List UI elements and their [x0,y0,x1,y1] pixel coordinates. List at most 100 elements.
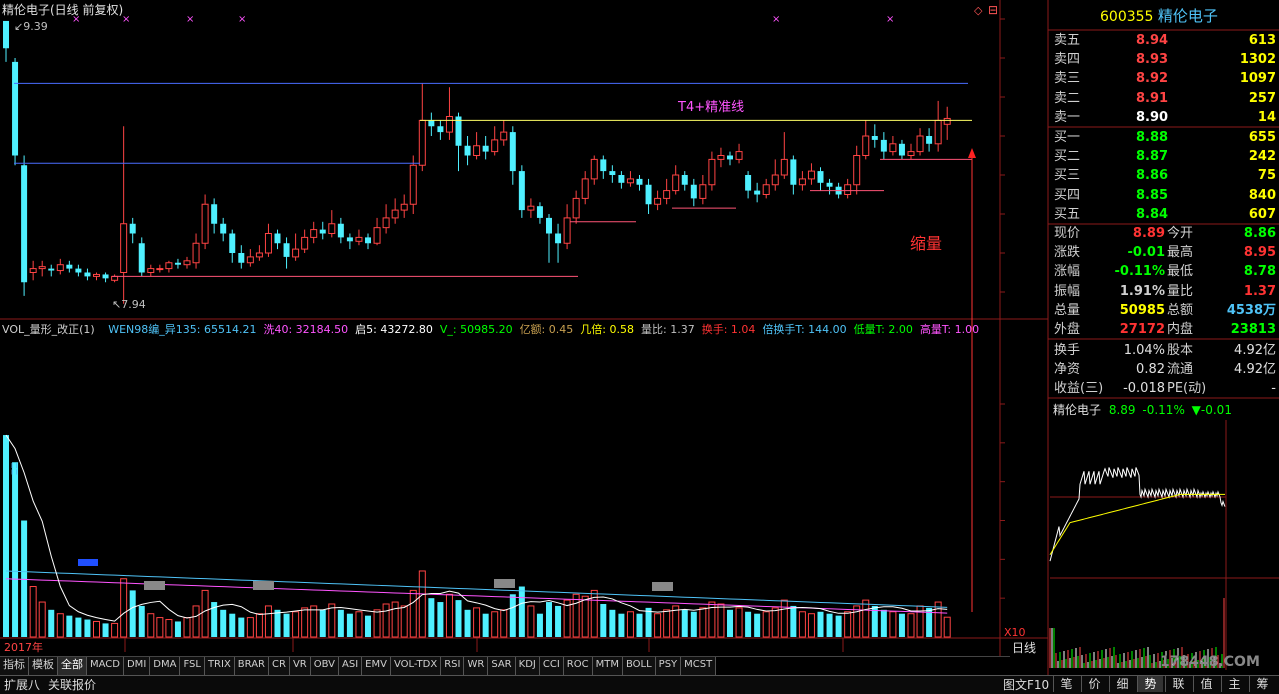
diamond-icon[interactable]: ◇ [974,4,982,18]
candle-body [229,233,236,253]
volume-bar [555,605,562,637]
indicator-tab[interactable]: SAR [488,657,516,675]
candle-body [581,178,589,199]
ask-label: 卖一 [1054,109,1081,125]
intraday-mini-chart [1049,420,1279,670]
volume-bar [745,611,752,637]
stat-value: 1.04% [1123,343,1165,358]
candle-body [38,266,46,270]
volume-bar [382,603,390,638]
volume-bar [428,598,435,637]
annotation-shrink-volume: 缩量 [910,234,943,253]
period-label[interactable]: 日线 [1012,641,1036,655]
candle-body [943,117,951,125]
ask-row: 卖一 8.90 14 [1052,108,1278,127]
volume-bar [445,593,453,638]
right-tab[interactable]: 筹 [1249,676,1275,692]
indicator-item-label: 亿额: [519,323,546,336]
indicator-item-value: 1.00 [951,323,980,336]
candle-body [898,143,905,156]
indicator-tab[interactable]: EMV [362,657,391,675]
right-tab[interactable]: 势 [1137,676,1163,692]
indicator-tab[interactable]: CCI [539,657,564,675]
stat-value: 8.78 [1243,264,1276,280]
indicator-tab[interactable]: ROC [563,657,593,675]
candle-body [310,229,318,238]
tab-extended-eight[interactable]: 扩展八 [4,677,40,693]
indicator-item: 洗40: 32184.50 [263,323,348,336]
right-tab[interactable]: 值 [1193,676,1219,692]
indicator-tab[interactable]: DMA [150,657,181,675]
volume-bar [84,619,91,637]
volume-bar [264,605,272,638]
indicator-tab[interactable]: FSL [180,657,205,675]
indicator-tab[interactable]: VOL-TDX [390,657,442,675]
window-control-icon[interactable]: ⊟ [988,3,998,17]
tab-f10[interactable]: 图文F10 [1003,677,1049,693]
indicator-tab[interactable]: MACD [87,657,124,675]
indicator-tab[interactable]: KDJ [515,657,540,675]
ask-volume: 1302 [1239,52,1276,68]
ask-label: 卖二 [1054,90,1081,106]
right-tab[interactable]: 细 [1109,676,1135,692]
ask-row: 卖二 8.91 257 [1052,89,1278,108]
tab-related-quotes[interactable]: 关联报价 [48,677,96,693]
candle-body [771,174,779,186]
candle-body [246,256,254,264]
right-tab[interactable]: 笔 [1053,676,1079,692]
indicator-tab[interactable]: 全部 [58,657,87,675]
volume-bar [727,609,733,637]
volume-bar [527,605,535,638]
candle-body [590,158,598,180]
indicator-tab[interactable]: RSI [441,657,465,675]
indicator-tab[interactable]: DMI [123,657,151,675]
right-tab[interactable]: 价 [1081,676,1107,692]
indicator-tab[interactable]: OBV [310,657,339,675]
indicator-tab[interactable]: TRIX [204,657,235,675]
watermark: 178448.COM [1160,654,1260,670]
signal-block-gray [144,581,165,590]
stat-value: 50985 [1119,302,1165,318]
volume-bar [581,595,589,638]
stat-label: 涨跌 [1054,245,1081,261]
indicator-tab[interactable]: WR [464,657,489,675]
stat-label: 收益(三) [1054,381,1104,396]
indicator-tab[interactable]: 模板 [29,657,58,675]
chart-title: 精伦电子(日线 前复权) [2,3,124,17]
indicator-tab[interactable]: BRAR [234,657,269,675]
quote-stat-row: 涨幅 -0.11% 最低 8.78 [1052,262,1278,281]
candle-body [12,61,19,156]
indicator-tab[interactable]: MTM [592,657,623,675]
volume-bar [762,611,770,638]
signal-block-blue [78,559,98,566]
indicator-item-value: 1.04 [727,323,756,336]
right-tab[interactable]: 联 [1165,676,1191,692]
indicator-name: VOL_量形_改正(1) [2,323,95,336]
stat-value: 27172 [1119,322,1165,337]
candle-body [699,184,707,199]
indicator-tab[interactable]: PSY [655,657,682,675]
indicator-tab[interactable]: 指标 [0,657,29,675]
stat-label: 涨幅 [1054,264,1081,280]
volume-bar [165,619,173,638]
volume-bar [473,607,481,638]
stock-header: 600355 精伦电子 [1100,7,1218,26]
stat-label: 内盘 [1167,322,1194,337]
volume-bar [735,607,743,638]
volume-bar [183,617,191,638]
indicator-tab[interactable]: MCST [681,657,717,675]
stat-value: 0.82 [1136,362,1165,377]
candle-body [129,223,136,234]
signal-marker-icon: × [238,14,246,25]
candle-body [274,233,281,244]
candle-body [165,262,173,270]
stat-value: 4.92亿 [1234,343,1276,358]
indicator-tab[interactable]: CR [269,657,290,675]
indicator-tab[interactable]: ASI [339,657,363,675]
indicator-tab[interactable]: BOLL [622,657,656,675]
right-tab[interactable]: 主 [1221,676,1247,692]
stat-label: 换手 [1054,343,1081,358]
candle-body [48,268,55,271]
indicator-tab[interactable]: VR [289,657,311,675]
stat-label: 总额 [1167,302,1194,318]
